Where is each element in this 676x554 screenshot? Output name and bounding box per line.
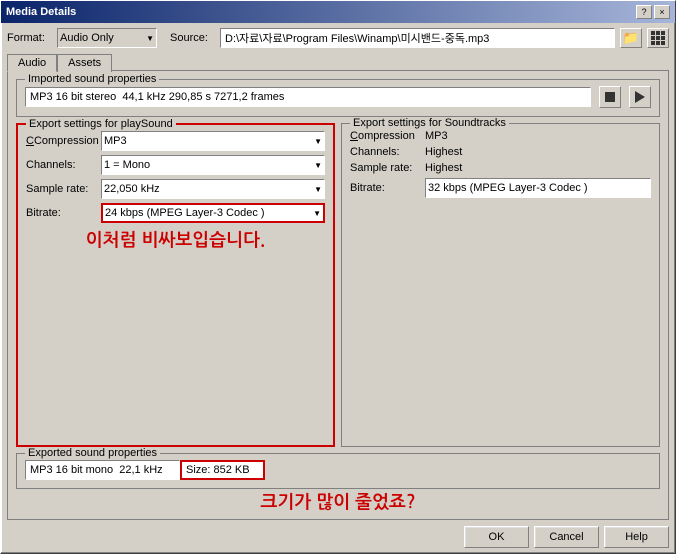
tab-content-audio: Imported sound properties Export setti <box>7 70 669 520</box>
bottom-buttons: OK Cancel Help <box>7 526 669 548</box>
imported-sound-legend: Imported sound properties <box>25 73 159 85</box>
exported-sound-fieldset: Exported sound properties Size: 852 KB <box>16 453 660 489</box>
media-details-window: Media Details ? × Format: Audio Only ▼ S… <box>0 0 676 554</box>
stop-icon <box>605 92 615 102</box>
cancel-button[interactable]: Cancel <box>534 526 599 548</box>
st-bitrate-value: 32 kbps (MPEG Layer-3 Codec ) <box>428 182 588 194</box>
imported-sound-fieldset: Imported sound properties <box>16 79 660 117</box>
compression-label: CCompression <box>26 135 101 147</box>
export-left: Export settings for playSound CCompressi… <box>16 123 335 447</box>
compression-row: CCompression MP3 ▼ <box>26 131 325 151</box>
play-icon <box>635 91 645 103</box>
export-playsound-legend: Export settings for playSound <box>26 118 176 130</box>
st-channels-label: Channels: <box>350 146 425 158</box>
export-panels: Export settings for playSound CCompressi… <box>16 123 660 447</box>
ok-button[interactable]: OK <box>464 526 529 548</box>
bitrate-value: 24 kbps (MPEG Layer-3 Codec ) <box>105 207 313 219</box>
st-sample-rate-value: Highest <box>425 162 651 174</box>
channels-value: 1 = Mono <box>104 159 314 171</box>
st-bitrate-row: Bitrate: 32 kbps (MPEG Layer-3 Codec ) <box>350 178 651 198</box>
korean-text-top: 이처럼 비싸보입습니다. <box>26 231 325 249</box>
sample-rate-row: Sample rate: 22,050 kHz ▼ <box>26 179 325 199</box>
st-compression-value: MP3 <box>425 130 651 142</box>
format-label: Format: <box>7 32 52 44</box>
exported-sound-row: Size: 852 KB <box>25 460 651 480</box>
help-btn[interactable]: Help <box>604 526 669 548</box>
st-bitrate-label: Bitrate: <box>350 182 425 194</box>
export-soundtracks-fieldset: Export settings for Soundtracks Compress… <box>341 123 660 447</box>
title-bar: Media Details ? × <box>1 1 675 23</box>
korean-text-bottom: 크기가 많이 줄었죠? <box>16 493 660 511</box>
grid-button[interactable] <box>647 28 669 48</box>
sample-rate-label: Sample rate: <box>26 183 101 195</box>
st-compression-row: Compression MP3 <box>350 130 651 142</box>
exported-sound-legend: Exported sound properties <box>25 447 160 459</box>
tab-audio[interactable]: Audio <box>7 54 57 72</box>
folder-icon: 📁 <box>623 30 639 46</box>
export-playsound-fieldset: Export settings for playSound CCompressi… <box>16 123 335 447</box>
close-button[interactable]: × <box>654 5 670 19</box>
imported-sound-row <box>25 86 651 108</box>
st-compression-label: Compression <box>350 130 425 142</box>
folder-button[interactable]: 📁 <box>620 28 642 48</box>
compression-value: MP3 <box>104 135 314 147</box>
st-sample-rate-row: Sample rate: Highest <box>350 162 651 174</box>
imported-sound-input[interactable] <box>25 87 591 107</box>
bitrate-label: Bitrate: <box>26 207 101 219</box>
grid-icon <box>651 31 665 45</box>
channels-row: Channels: 1 = Mono ▼ <box>26 155 325 175</box>
export-right: Export settings for Soundtracks Compress… <box>341 123 660 447</box>
window-content: Format: Audio Only ▼ Source: 📁 Audio <box>1 23 675 553</box>
source-label: Source: <box>170 32 215 44</box>
st-channels-value: Highest <box>425 146 651 158</box>
channels-label: Channels: <box>26 159 101 171</box>
exported-size-label: Size: 852 KB <box>186 464 250 476</box>
export-soundtracks-legend: Export settings for Soundtracks <box>350 117 509 129</box>
title-bar-controls: ? × <box>636 5 670 19</box>
exported-sound-input[interactable] <box>25 460 180 480</box>
format-row: Format: Audio Only ▼ Source: 📁 <box>7 28 669 48</box>
st-channels-row: Channels: Highest <box>350 146 651 158</box>
format-value: Audio Only <box>60 32 146 44</box>
help-button[interactable]: ? <box>636 5 652 19</box>
source-input[interactable] <box>220 28 615 48</box>
stop-button[interactable] <box>599 86 621 108</box>
st-sample-rate-label: Sample rate: <box>350 162 425 174</box>
sample-rate-value: 22,050 kHz <box>104 183 314 195</box>
window-title: Media Details <box>6 6 76 18</box>
bitrate-row: Bitrate: 24 kbps (MPEG Layer-3 Codec ) ▼ <box>26 203 325 223</box>
tabs-container: Audio Assets <box>7 53 669 71</box>
play-button[interactable] <box>629 86 651 108</box>
tab-assets[interactable]: Assets <box>57 54 112 72</box>
